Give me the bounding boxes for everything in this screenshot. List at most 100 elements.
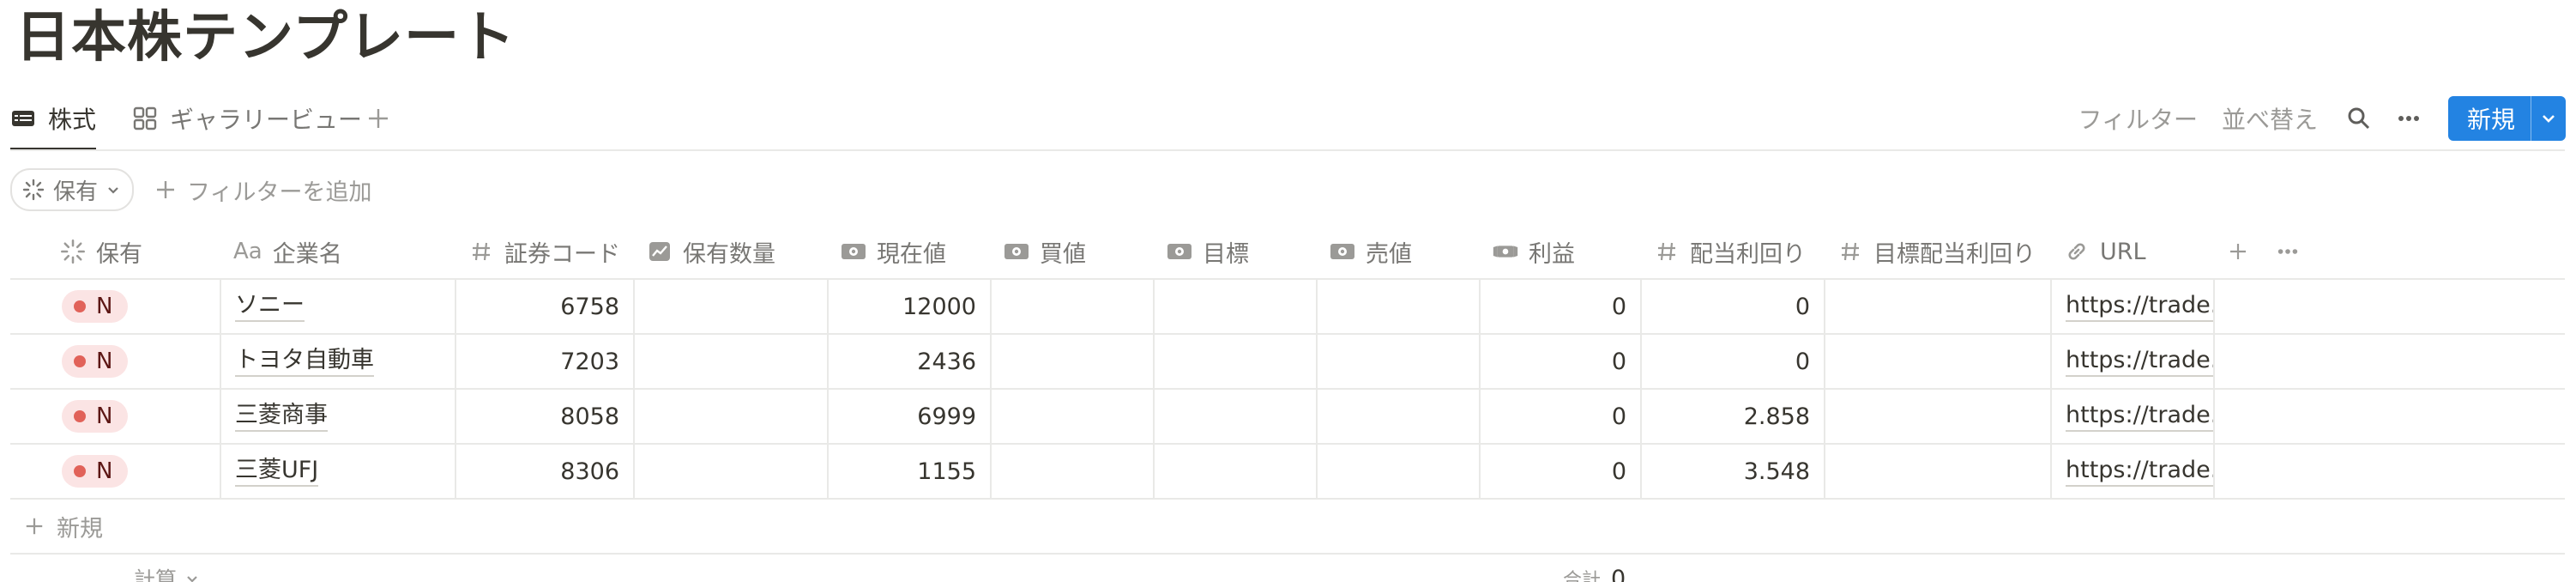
cell-holding[interactable]: N — [10, 335, 221, 388]
table-row[interactable]: N ソニー 6758 12000 0 0 https://trade.lin — [10, 280, 2565, 335]
cell-code[interactable]: 6758 — [456, 280, 635, 333]
page-title[interactable]: 日本株テンプレート — [15, 2, 516, 74]
status-label: N — [96, 294, 113, 319]
cell-value: 三菱商事 — [235, 401, 328, 432]
cell-target-dividend-yield[interactable] — [1825, 280, 2052, 333]
filter-chip-holding[interactable]: 保有 — [10, 168, 135, 211]
cell-holding[interactable]: N — [10, 445, 221, 498]
column-label: 目標配当利回り — [1873, 240, 2036, 268]
cell-dividend-yield[interactable]: 3.548 — [1642, 445, 1825, 498]
sort-button[interactable]: 並べ替え — [2222, 101, 2318, 136]
tab-stocks[interactable]: 株式 — [10, 89, 97, 151]
cell-target[interactable] — [1155, 280, 1318, 333]
cell-dividend-yield[interactable]: 0 — [1642, 335, 1825, 388]
cell-sell-price[interactable] — [1318, 445, 1481, 498]
column-header-profit[interactable]: 利益 — [1481, 225, 1575, 278]
chevron-down-icon[interactable] — [2531, 96, 2566, 141]
cell-buy-price[interactable] — [992, 335, 1155, 388]
profit-sum[interactable]: 合計 0 — [1563, 565, 1626, 582]
url-link[interactable]: https://trade.lin — [2066, 291, 2213, 322]
column-label: 買値 — [1040, 240, 1086, 268]
column-header-quantity[interactable]: 保有数量 — [635, 225, 775, 278]
cell-dividend-yield[interactable]: 2.858 — [1642, 390, 1825, 443]
cell-sell-price[interactable] — [1318, 335, 1481, 388]
column-options-button[interactable] — [2263, 225, 2301, 278]
table-row[interactable]: N 三菱商事 8058 6999 0 2.858 https://trade.lin — [10, 390, 2565, 445]
cell-profit[interactable]: 0 — [1481, 335, 1642, 388]
table-row[interactable]: N トヨタ自動車 7203 2436 0 0 https://trade.lin — [10, 335, 2565, 390]
cell-code[interactable]: 8058 — [456, 390, 635, 443]
plus-icon — [365, 106, 391, 131]
add-filter-button[interactable]: フィルターを追加 — [154, 173, 371, 207]
status-badge[interactable]: N — [62, 400, 129, 433]
column-header-buy-price[interactable]: 買値 — [992, 225, 1086, 278]
cell-url[interactable]: https://trade.lin — [2052, 390, 2215, 443]
cell-profit[interactable]: 0 — [1481, 280, 1642, 333]
status-badge[interactable]: N — [62, 345, 129, 378]
cell-buy-price[interactable] — [992, 280, 1155, 333]
add-view-button[interactable] — [365, 89, 391, 148]
cell-target-dividend-yield[interactable] — [1825, 390, 2052, 443]
column-header-dividend-yield[interactable]: 配当利回り — [1642, 225, 1806, 278]
column-header-target-dividend-yield[interactable]: 目標配当利回り — [1825, 225, 2036, 278]
filter-button[interactable]: フィルター — [2078, 101, 2198, 136]
cell-quantity[interactable] — [635, 335, 829, 388]
money-icon — [1167, 239, 1192, 264]
calculate-button[interactable]: 計算 — [134, 563, 199, 582]
url-link[interactable]: https://trade.lin — [2066, 401, 2213, 432]
cell-target[interactable] — [1155, 390, 1318, 443]
cell-dividend-yield[interactable]: 0 — [1642, 280, 1825, 333]
cell-quantity[interactable] — [635, 445, 829, 498]
column-header-sell-price[interactable]: 売値 — [1318, 225, 1412, 278]
search-icon[interactable] — [2342, 101, 2376, 136]
column-header-url[interactable]: URL — [2052, 225, 2146, 278]
cell-holding[interactable]: N — [10, 280, 221, 333]
cell-buy-price[interactable] — [992, 390, 1155, 443]
column-header-holding[interactable]: 保有 — [48, 225, 142, 278]
column-header-code[interactable]: 証券コード — [456, 225, 620, 278]
cell-code[interactable]: 8306 — [456, 445, 635, 498]
cell-company[interactable]: 三菱UFJ — [221, 445, 456, 498]
cell-profit[interactable]: 0 — [1481, 390, 1642, 443]
status-badge[interactable]: N — [62, 290, 129, 323]
column-label: URL — [2100, 238, 2146, 265]
cell-target-dividend-yield[interactable] — [1825, 445, 2052, 498]
column-header-company[interactable]: Aa 企業名 — [221, 225, 342, 278]
cell-url[interactable]: https://trade.lin — [2052, 335, 2215, 388]
cell-value: 0 — [1611, 403, 1626, 430]
url-link[interactable]: https://trade.lin — [2066, 346, 2213, 377]
column-header-target[interactable]: 目標 — [1155, 225, 1249, 278]
cell-value: 三菱UFJ — [235, 456, 319, 487]
new-button-main[interactable]: 新規 — [2448, 96, 2531, 141]
cell-quantity[interactable] — [635, 390, 829, 443]
cell-sell-price[interactable] — [1318, 390, 1481, 443]
cell-target[interactable] — [1155, 445, 1318, 498]
column-header-current-price[interactable]: 現在値 — [829, 225, 946, 278]
cell-sell-price[interactable] — [1318, 280, 1481, 333]
cell-company[interactable]: 三菱商事 — [221, 390, 456, 443]
add-property-button[interactable] — [2213, 225, 2251, 278]
cell-holding[interactable]: N — [10, 390, 221, 443]
status-dot-icon — [74, 355, 86, 367]
cell-current-price[interactable]: 12000 — [829, 280, 992, 333]
cell-url[interactable]: https://trade.lin — [2052, 445, 2215, 498]
status-badge[interactable]: N — [62, 455, 129, 488]
cell-company[interactable]: トヨタ自動車 — [221, 335, 456, 388]
cell-quantity[interactable] — [635, 280, 829, 333]
cell-current-price[interactable]: 2436 — [829, 335, 992, 388]
cell-target-dividend-yield[interactable] — [1825, 335, 2052, 388]
add-row-button[interactable]: 新規 — [10, 500, 2565, 555]
cell-code[interactable]: 7203 — [456, 335, 635, 388]
cell-target[interactable] — [1155, 335, 1318, 388]
tab-gallery-view[interactable]: ギャラリービュー — [132, 89, 362, 148]
more-options-icon[interactable] — [2392, 101, 2426, 136]
cell-url[interactable]: https://trade.lin — [2052, 280, 2215, 333]
cell-current-price[interactable]: 1155 — [829, 445, 992, 498]
cell-company[interactable]: ソニー — [221, 280, 456, 333]
url-link[interactable]: https://trade.lin — [2066, 456, 2213, 487]
cell-current-price[interactable]: 6999 — [829, 390, 992, 443]
table-row[interactable]: N 三菱UFJ 8306 1155 0 3.548 https://trade.lin — [10, 445, 2565, 500]
database-page: 日本株テンプレート 株式 ギャラリービュー フィルター 並べ替え 新規 保有 フ… — [0, 0, 2576, 582]
cell-buy-price[interactable] — [992, 445, 1155, 498]
cell-profit[interactable]: 0 — [1481, 445, 1642, 498]
